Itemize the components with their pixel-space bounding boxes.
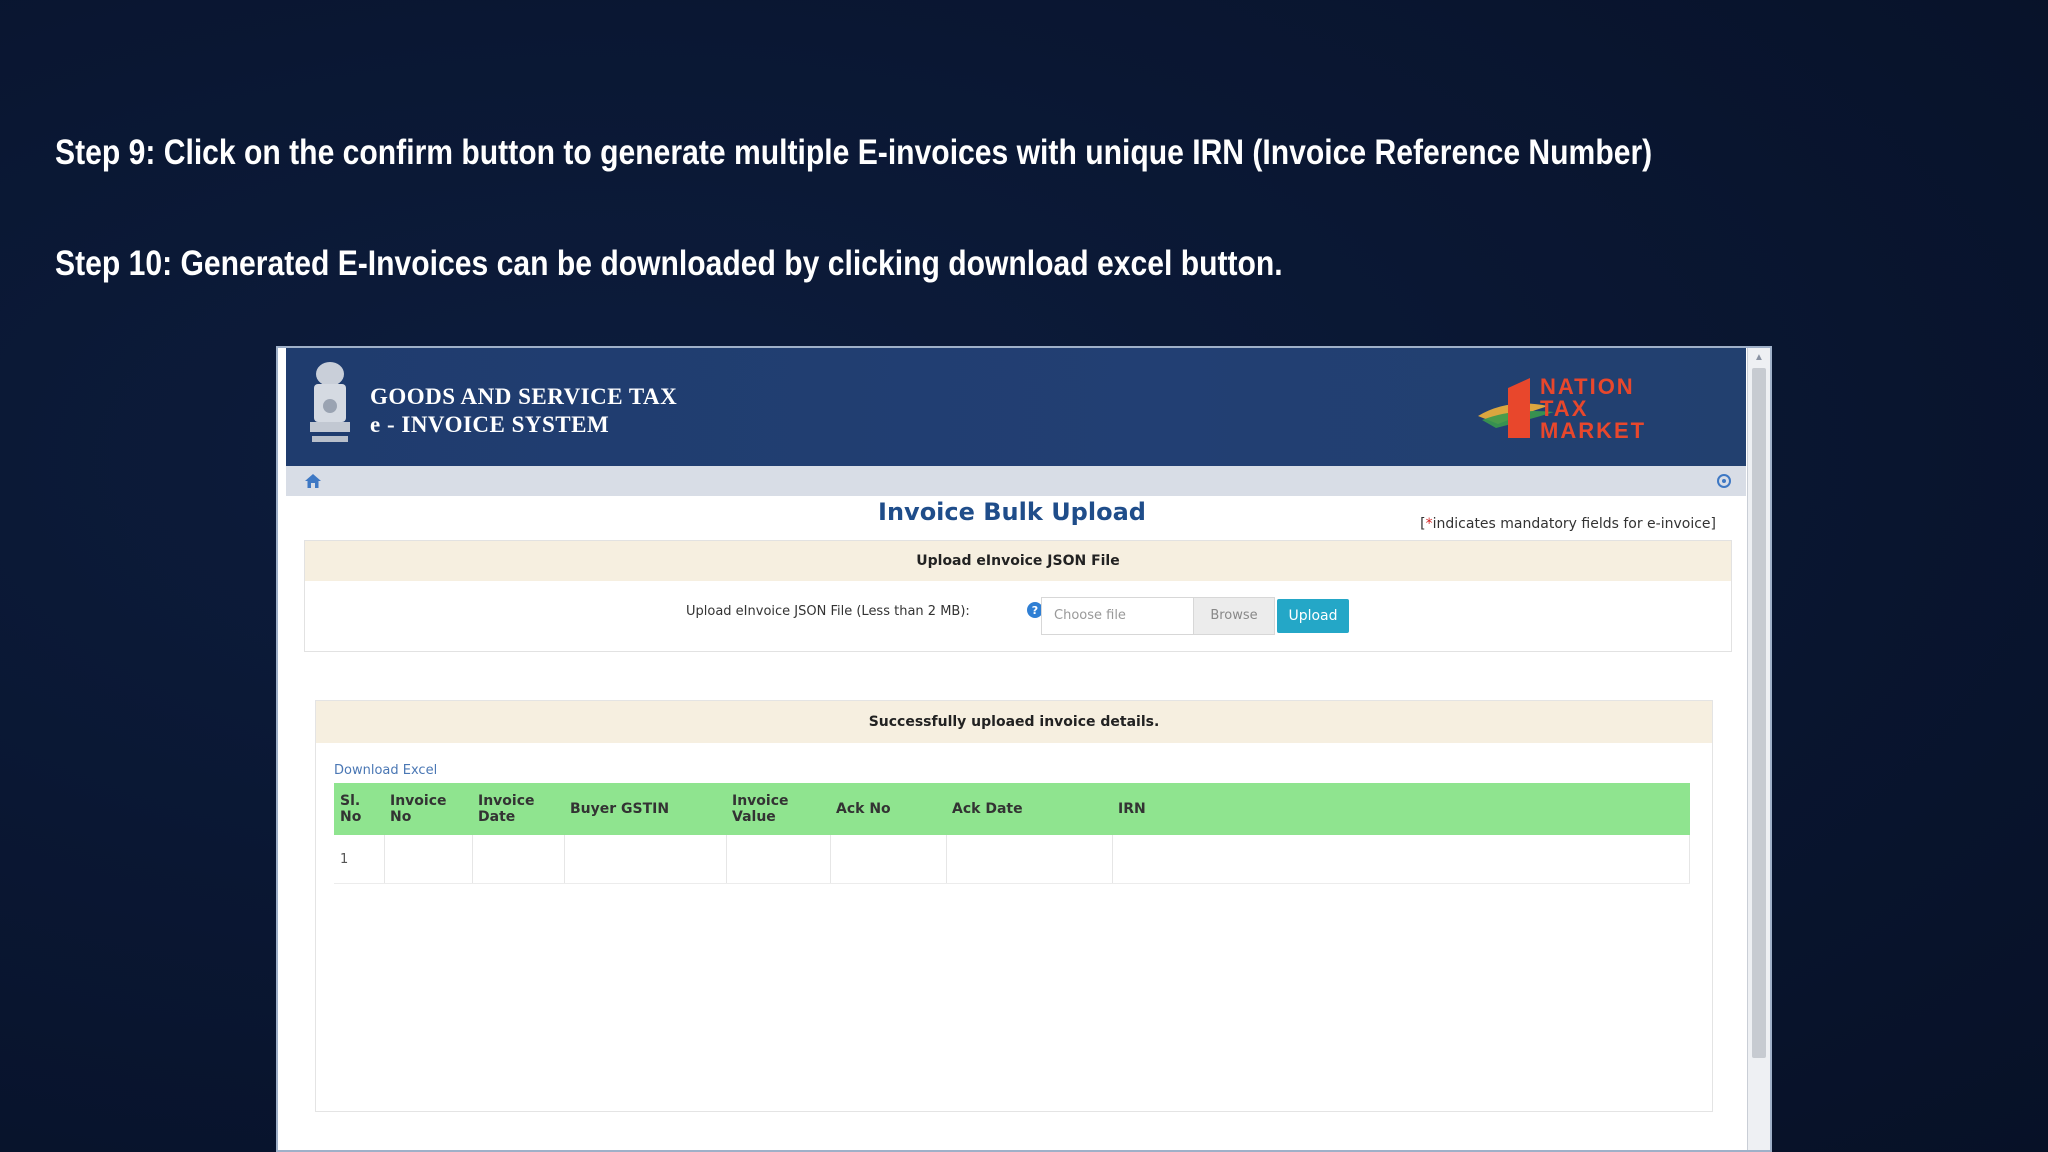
table-cell xyxy=(830,835,947,884)
home-icon[interactable] xyxy=(304,472,322,490)
col-header-irn: IRN xyxy=(1112,783,1690,835)
table-header-row: Sl. No Invoice No Invoice Date Buyer GSTIN … xyxy=(334,783,1690,835)
col-header-text: No xyxy=(390,809,412,825)
national-emblem-icon xyxy=(310,362,350,442)
col-header-text: Invoice xyxy=(732,793,789,809)
col-header-text: Invoice xyxy=(390,793,447,809)
table-cell xyxy=(946,835,1113,884)
col-header-text: No xyxy=(340,809,362,825)
file-input[interactable]: Choose file Browse xyxy=(1041,597,1275,635)
table-cell xyxy=(472,835,565,884)
col-header-buyer-gstin: Buyer GSTIN xyxy=(564,783,726,835)
nav-bar xyxy=(286,466,1746,496)
brand-line-1: GOODS AND SERVICE TAX xyxy=(370,384,678,409)
col-header-text: Date xyxy=(478,809,516,825)
mandatory-note-text: indicates mandatory fields for e-invoice xyxy=(1432,516,1711,532)
col-header-invoice-date: Invoice Date xyxy=(472,783,564,835)
mandatory-note: [*indicates mandatory fields for e-invoi… xyxy=(1420,516,1716,532)
col-header-text: Sl. xyxy=(340,793,361,809)
file-input-placeholder: Choose file xyxy=(1054,608,1126,623)
nation-tax-market-logo: NATION TAX MARKET xyxy=(1478,374,1646,443)
col-header-ack-date: Ack Date xyxy=(946,783,1112,835)
col-header-invoice-no: Invoice No xyxy=(384,783,472,835)
logo-word-3: MARKET xyxy=(1540,418,1646,443)
settings-icon[interactable] xyxy=(1716,473,1732,489)
step-10-text: Step 10: Generated E-Invoices can be dow… xyxy=(55,244,1283,283)
table-cell xyxy=(1112,835,1690,884)
scroll-up-arrow-icon[interactable]: ▲ xyxy=(1753,352,1765,364)
result-panel: Successfully uploaed invoice details. Do… xyxy=(315,700,1713,1112)
mandatory-star: * xyxy=(1425,516,1433,532)
svg-text:?: ? xyxy=(1032,604,1038,617)
upload-button[interactable]: Upload xyxy=(1277,599,1349,633)
col-header-text: Ack Date xyxy=(952,801,1023,817)
upload-panel: Upload eInvoice JSON File Upload eInvoic… xyxy=(304,540,1732,652)
upload-label: Upload eInvoice JSON File (Less than 2 M… xyxy=(686,604,970,619)
col-header-text: Ack No xyxy=(836,801,891,817)
brand-line-2: e - INVOICE SYSTEM xyxy=(370,412,610,437)
table-cell xyxy=(564,835,727,884)
table-row: 1 xyxy=(334,835,1690,884)
table-cell: 1 xyxy=(334,835,385,884)
col-header-text: Value xyxy=(732,809,776,825)
upload-section-title: Upload eInvoice JSON File xyxy=(305,541,1731,581)
upload-row: Upload eInvoice JSON File (Less than 2 M… xyxy=(305,581,1731,651)
table-cell xyxy=(384,835,473,884)
col-header-sl-no: Sl. No xyxy=(334,783,384,835)
portal-screenshot: GOODS AND SERVICE TAX e - INVOICE SYSTEM… xyxy=(276,346,1772,1152)
vertical-scrollbar[interactable]: ▲ xyxy=(1747,348,1770,1150)
table-cell xyxy=(726,835,831,884)
browse-button[interactable]: Browse xyxy=(1193,598,1274,634)
invoice-table: Sl. No Invoice No Invoice Date Buyer GSTIN … xyxy=(334,783,1690,884)
portal-header: GOODS AND SERVICE TAX e - INVOICE SYSTEM… xyxy=(286,348,1746,466)
col-header-text: IRN xyxy=(1118,801,1146,817)
col-header-invoice-value: Invoice Value xyxy=(726,783,830,835)
step-9-text: Step 9: Click on the confirm button to g… xyxy=(55,133,1653,172)
col-header-text: Invoice xyxy=(478,793,535,809)
result-title: Successfully uploaed invoice details. xyxy=(316,701,1712,743)
col-header-ack-no: Ack No xyxy=(830,783,946,835)
download-excel-link[interactable]: Download Excel xyxy=(334,763,437,778)
col-header-text: Buyer GSTIN xyxy=(570,801,670,817)
scrollbar-thumb[interactable] xyxy=(1752,368,1766,1058)
